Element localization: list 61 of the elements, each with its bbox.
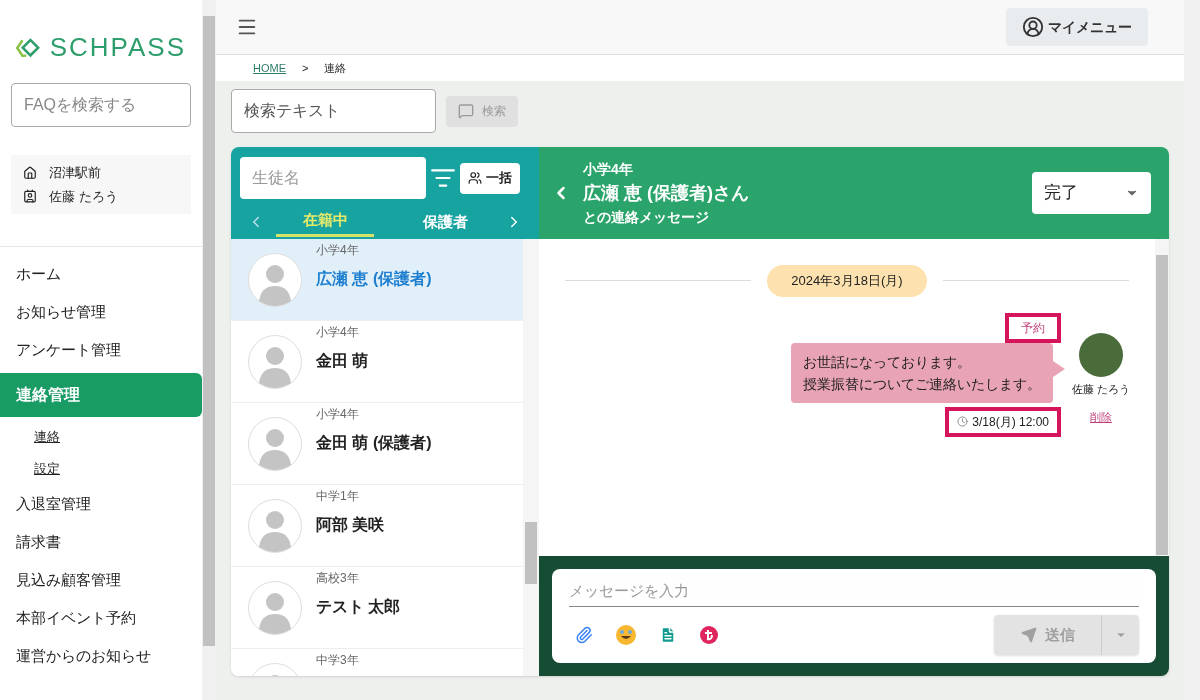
nav-item[interactable]: 入退室管理 bbox=[0, 485, 202, 523]
nav-item[interactable]: ホーム bbox=[0, 255, 202, 293]
document-icon[interactable] bbox=[659, 626, 677, 644]
paperclip-icon[interactable] bbox=[575, 626, 593, 644]
status-select[interactable]: 完了 bbox=[1032, 172, 1151, 214]
nav-item[interactable]: 連絡管理 bbox=[0, 373, 202, 417]
nav-item[interactable]: お知らせ管理 bbox=[0, 293, 202, 331]
student-name: 広瀬 恵 (保護者) bbox=[316, 269, 432, 289]
student-row[interactable]: 小学4年 広瀬 恵 (保護者) bbox=[231, 239, 523, 321]
nav-item[interactable]: アンケート管理 bbox=[0, 331, 202, 369]
nav-subitem[interactable]: 設定 bbox=[0, 453, 202, 485]
chat-subtitle: との連絡メッセージ bbox=[583, 207, 710, 227]
avatar-icon bbox=[248, 580, 302, 635]
student-name: 金田 萌 bbox=[316, 351, 369, 371]
avatar-icon bbox=[248, 252, 302, 307]
search-icon bbox=[458, 103, 474, 119]
avatar-icon bbox=[248, 498, 302, 553]
student-grade: 小学4年 bbox=[316, 406, 360, 423]
avatar-icon bbox=[248, 416, 302, 471]
student-name: テスト 太郎 bbox=[316, 597, 401, 617]
bulk-button[interactable]: 一括 bbox=[460, 162, 520, 194]
nav-item[interactable]: 見込み顧客管理 bbox=[0, 561, 202, 599]
student-grade: 小学4年 bbox=[316, 242, 360, 259]
logo-text: SCHPASS bbox=[49, 31, 186, 64]
student-search-field[interactable]: 生徒名 bbox=[240, 157, 426, 199]
people-icon bbox=[468, 171, 482, 185]
home-icon bbox=[23, 165, 37, 180]
avatar-photo-placeholder bbox=[1079, 332, 1123, 377]
clock-icon bbox=[957, 416, 969, 427]
student-grade: 高校3年 bbox=[316, 570, 360, 587]
user-name: 佐藤 たろう bbox=[49, 187, 118, 206]
breadcrumb-separator: > bbox=[302, 60, 309, 76]
chat-title: 広瀬 恵 (保護者)さん bbox=[583, 181, 749, 205]
breadcrumb-link[interactable]: HOME bbox=[253, 59, 286, 77]
student-name: 金田 萌 (保護者) bbox=[316, 433, 432, 453]
stamp-icon[interactable] bbox=[699, 625, 719, 645]
nav-item[interactable]: 本部イベント予約 bbox=[0, 599, 202, 637]
scheduled-tag: 予約 bbox=[1005, 312, 1061, 343]
send-icon bbox=[1020, 627, 1037, 643]
message-text: お世話になっております。 bbox=[803, 352, 972, 372]
avatar-icon bbox=[248, 334, 302, 389]
student-grade: 小学4年 bbox=[316, 324, 360, 341]
nav-item[interactable]: 運営からのお知らせ bbox=[0, 637, 202, 675]
student-name: 阿部 美咲 bbox=[316, 515, 385, 535]
breadcrumb-current: 連絡 bbox=[324, 60, 347, 76]
scheduled-time: 3/18(月) 12:00 bbox=[945, 406, 1061, 437]
student-grade: 中学3年 bbox=[316, 652, 359, 669]
faq-search-field[interactable]: FAQを検索する bbox=[11, 83, 191, 127]
school-name: 沼津駅前 bbox=[49, 164, 101, 182]
id-card-icon bbox=[23, 189, 37, 204]
my-menu-button[interactable]: マイメニュー bbox=[1006, 8, 1148, 46]
nav-subitem[interactable]: 連絡 bbox=[0, 421, 202, 453]
nav-item[interactable]: 請求書 bbox=[0, 523, 202, 561]
chat-grade: 小学4年 bbox=[583, 159, 634, 179]
delete-link[interactable]: 削除 bbox=[1090, 409, 1112, 426]
user-icon bbox=[1022, 16, 1044, 38]
student-grade: 中学1年 bbox=[316, 488, 360, 505]
emoji-icon[interactable] bbox=[615, 624, 637, 646]
message-text: 授業振替についてご連絡いたします。 bbox=[803, 374, 1041, 394]
sender-name: 佐藤 たろう bbox=[1071, 381, 1131, 397]
date-badge: 2024年3月18日(月) bbox=[767, 265, 927, 297]
